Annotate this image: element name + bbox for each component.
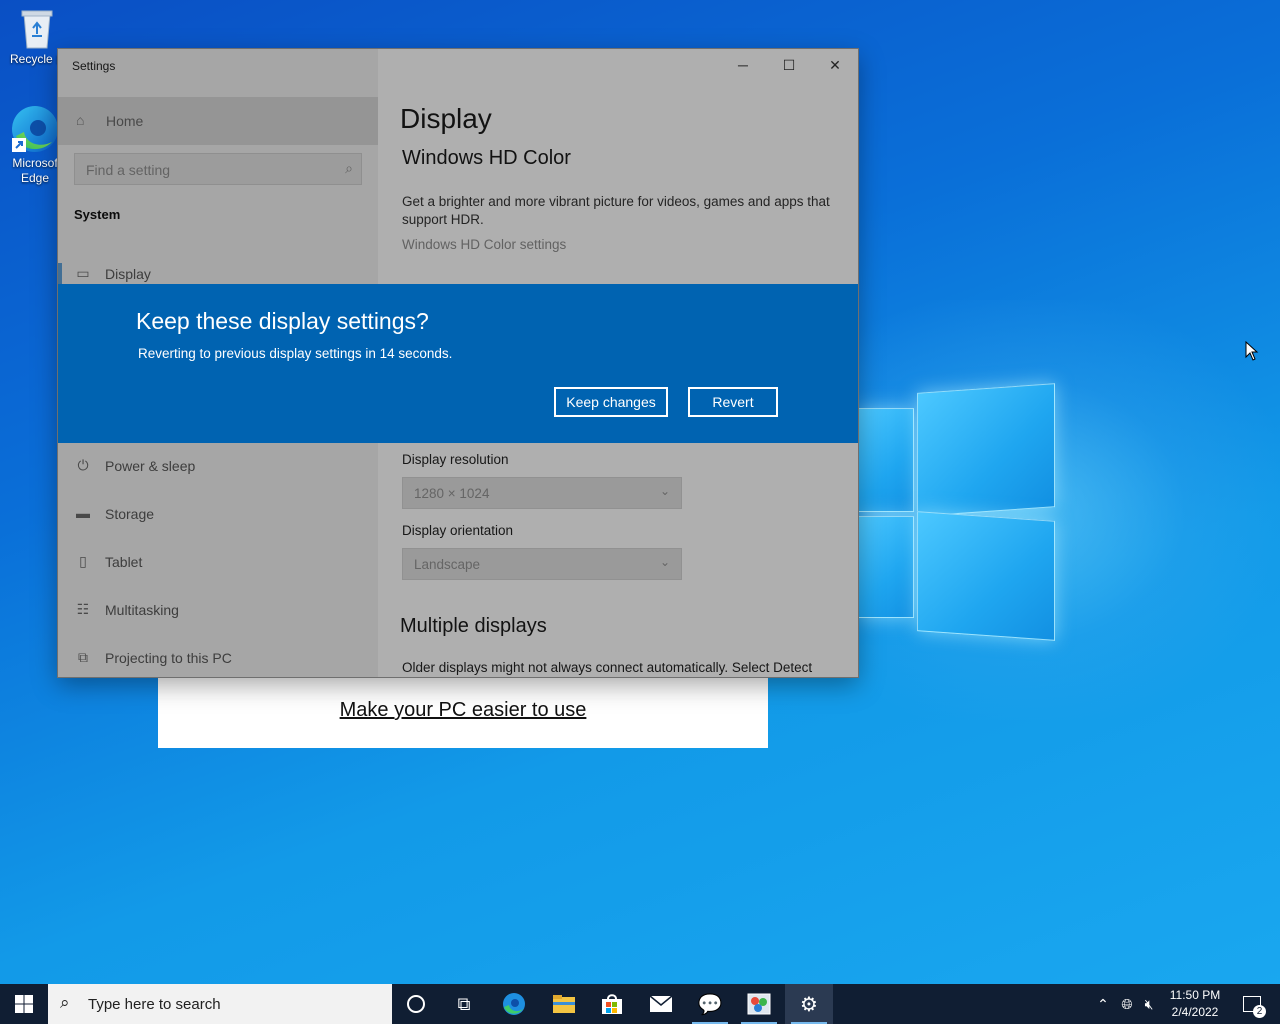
keep-display-settings-dialog: Keep these display settings? Reverting t… xyxy=(58,284,858,443)
task-view-button[interactable]: ⧉ xyxy=(440,984,488,1024)
keep-changes-button[interactable]: Keep changes xyxy=(554,387,668,417)
show-hidden-icons-button[interactable]: ⌃ xyxy=(1092,984,1114,1024)
cortana-button[interactable] xyxy=(392,984,440,1024)
start-button[interactable] xyxy=(0,984,48,1024)
clock-time: 11:50 PM xyxy=(1169,988,1221,1002)
volume-button[interactable]: 🔇︎ xyxy=(1138,984,1160,1024)
wallpaper-logo-pane xyxy=(917,511,1055,641)
wallpaper-logo-pane xyxy=(858,516,914,618)
windows-start-icon xyxy=(15,995,33,1013)
store-icon xyxy=(602,994,622,1014)
notification-count: 2 xyxy=(1253,1005,1266,1018)
edge-icon xyxy=(10,104,60,154)
taskbar: ⌕ Type here to search ⧉ 💬 ⚙ ⌃ 🌐︎ 🔇︎ 11:5… xyxy=(0,984,1280,1024)
task-view-icon: ⧉ xyxy=(457,993,471,1014)
network-globe-icon: 🌐︎ xyxy=(1121,995,1133,1012)
revert-button[interactable]: Revert xyxy=(688,387,778,417)
mouse-cursor-icon xyxy=(1245,341,1259,361)
clock-date: 2/4/2022 xyxy=(1171,1005,1219,1019)
dialog-message: Reverting to previous display settings i… xyxy=(138,346,453,361)
search-icon: ⌕ xyxy=(60,993,70,1012)
feedback-hub-button[interactable]: 💬 xyxy=(686,984,734,1024)
network-button[interactable]: 🌐︎ xyxy=(1116,984,1138,1024)
volume-muted-icon: 🔇︎ xyxy=(1144,995,1154,1012)
dialog-title: Keep these display settings? xyxy=(136,308,429,334)
settings-taskbar-button[interactable]: ⚙ xyxy=(785,984,833,1024)
mail-button[interactable] xyxy=(637,984,685,1024)
taskbar-clock[interactable]: 11:50 PM 2/4/2022 xyxy=(1158,987,1232,1021)
paint-icon xyxy=(747,993,771,1015)
store-button[interactable] xyxy=(588,984,636,1024)
wallpaper-logo-pane xyxy=(858,408,914,512)
chevron-up-icon: ⌃ xyxy=(1097,995,1109,1012)
file-explorer-button[interactable] xyxy=(540,984,588,1024)
taskbar-search-placeholder: Type here to search xyxy=(88,996,221,1013)
taskbar-search-box[interactable]: ⌕ Type here to search xyxy=(48,984,392,1024)
settings-icon: ⚙ xyxy=(800,993,818,1016)
wallpaper-logo-pane xyxy=(917,383,1055,517)
taskbar-edge-button[interactable] xyxy=(490,984,538,1024)
paint-button[interactable] xyxy=(735,984,783,1024)
file-explorer-icon xyxy=(553,995,575,1013)
edge-icon xyxy=(503,993,525,1015)
mail-icon xyxy=(649,995,673,1012)
feedback-hub-icon: 💬 xyxy=(697,993,723,1016)
ease-of-access-link[interactable]: Make your PC easier to use xyxy=(340,699,587,722)
cortana-icon xyxy=(407,995,425,1013)
recycle-bin-icon xyxy=(20,8,54,50)
action-center-button[interactable]: 2 xyxy=(1232,984,1272,1024)
